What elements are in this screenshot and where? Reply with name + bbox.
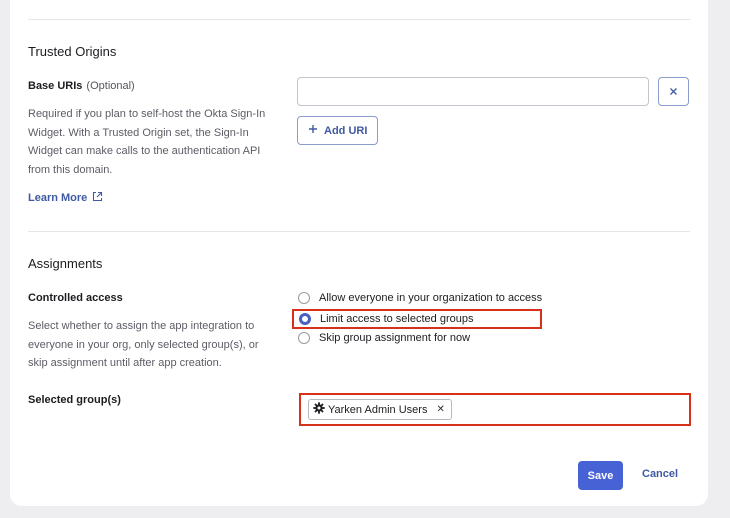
section-divider-top [28, 19, 690, 20]
app-settings-panel: Trusted Origins Base URIs (Optional) Requ… [10, 0, 708, 506]
trusted-origins-title: Trusted Origins [28, 44, 117, 59]
add-uri-button[interactable]: Add URI [297, 116, 379, 145]
close-icon [669, 84, 678, 99]
controlled-access-label: Controlled access [28, 292, 123, 304]
plus-icon [308, 124, 318, 137]
remove-group-icon[interactable]: ✕ [436, 404, 444, 415]
section-divider-middle [28, 231, 690, 232]
radio-button[interactable] [298, 292, 310, 304]
save-button[interactable]: Save [578, 461, 623, 490]
radio-allow-everyone[interactable]: Allow everyone in your organization to a… [298, 290, 542, 306]
selected-groups-input[interactable]: Yarken Admin Users ✕ [299, 393, 691, 426]
base-uris-label-text: Base URIs [28, 80, 83, 92]
group-chip: Yarken Admin Users ✕ [308, 399, 452, 420]
radio-label: Limit access to selected groups [320, 313, 474, 325]
radio-limit-selected-groups[interactable]: Limit access to selected groups [292, 309, 543, 329]
gear-icon [313, 402, 325, 417]
remove-uri-button[interactable] [658, 77, 689, 106]
radio-label: Skip group assignment for now [319, 332, 471, 344]
base-uris-help-text: Required if you plan to self-host the Ok… [28, 108, 266, 176]
radio-button-selected[interactable] [299, 313, 311, 325]
radio-label: Allow everyone in your organization to a… [319, 292, 543, 304]
assignments-title: Assignments [28, 256, 103, 271]
base-uri-input[interactable] [297, 77, 649, 106]
selected-groups-label: Selected group(s) [28, 394, 121, 406]
group-chip-label: Yarken Admin Users [328, 403, 428, 416]
add-uri-label: Add URI [324, 124, 368, 137]
external-link-icon [92, 191, 103, 205]
learn-more-label: Learn More [28, 192, 88, 204]
learn-more-link[interactable]: Learn More [28, 191, 103, 205]
radio-skip-assignment[interactable]: Skip group assignment for now [298, 330, 542, 346]
cancel-button[interactable]: Cancel [642, 468, 678, 480]
controlled-access-help-text: Select whether to assign the app integra… [28, 320, 259, 369]
base-uris-label: Base URIs (Optional) [28, 80, 135, 92]
radio-button[interactable] [298, 332, 310, 344]
optional-tag: (Optional) [86, 80, 135, 92]
controlled-access-radio-group: Allow everyone in your organization to a… [292, 290, 543, 346]
